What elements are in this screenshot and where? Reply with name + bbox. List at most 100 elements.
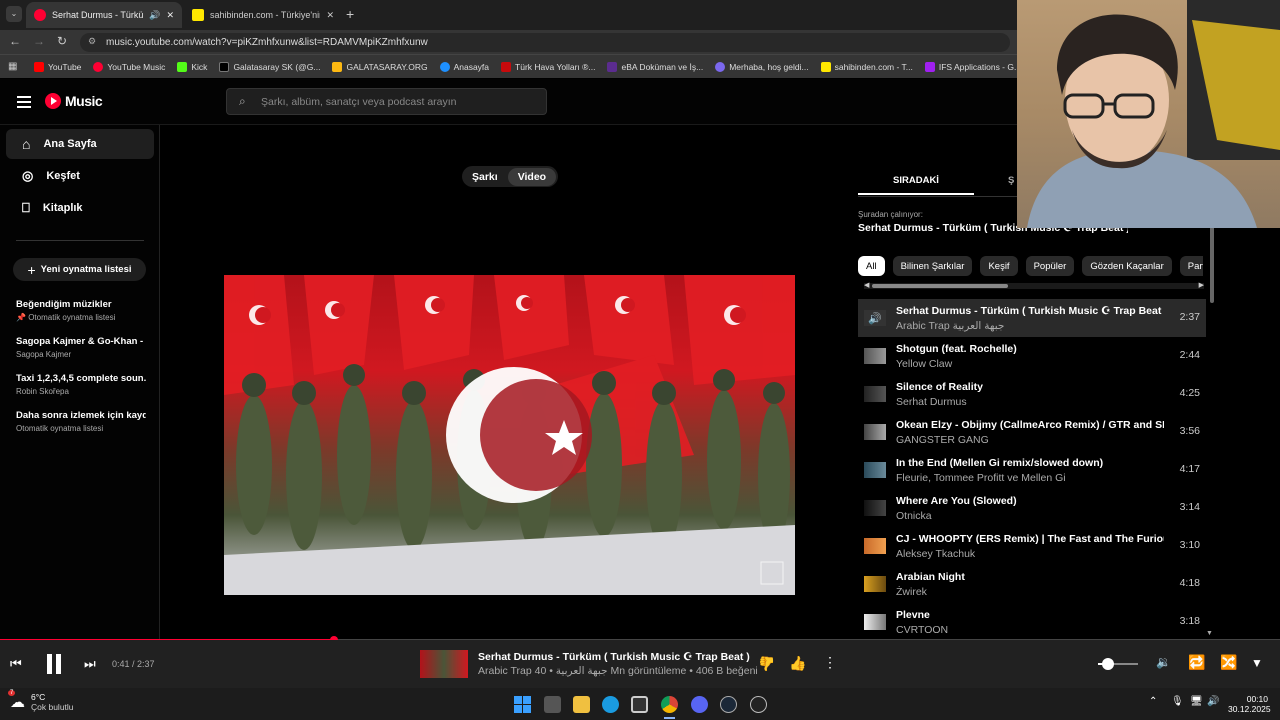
queue-row[interactable]: In the End (Mellen Gi remix/slowed down)… xyxy=(858,451,1206,489)
bookmark-galatasaray-x[interactable]: Galatasaray SK (@G... xyxy=(219,61,320,72)
browser-tab-sahibinden[interactable]: sahibinden.com - Türkiye'nin O ✕ xyxy=(184,2,342,28)
queue-scrollbar[interactable] xyxy=(1210,225,1214,303)
queue-row[interactable]: Where Are You (Slowed) Otnicka 3:14 xyxy=(858,489,1206,527)
task-view-icon[interactable] xyxy=(544,696,561,713)
now-playing-thumbnail[interactable] xyxy=(420,650,468,678)
volume-icon[interactable]: 🔉 xyxy=(1156,655,1171,669)
windows-taskbar: ☁ 7 6°C Çok bulutlu ⌃ 🎙 🖥 🔊 00:10 30.12.2… xyxy=(0,688,1280,720)
bookmark-galatasaray-org[interactable]: GALATASARAY.ORG xyxy=(332,61,428,72)
browser-tab-youtube-music[interactable]: Serhat Durmus - Türküm ( T 🔊 ✕ xyxy=(26,2,182,28)
scroll-right-icon[interactable]: ▶ xyxy=(1199,281,1204,289)
new-tab-button[interactable]: + xyxy=(346,6,354,22)
bookmark-ifs[interactable]: IFS Applications - G... xyxy=(924,61,1021,72)
tab-list-button[interactable]: ⌄ xyxy=(6,6,22,22)
playlist-item[interactable]: Taxi 1,2,3,4,5 complete soun... Robin Sk… xyxy=(16,373,146,396)
sidebar-item-home[interactable]: ⌂ Ana Sayfa xyxy=(6,129,154,159)
apps-grid-icon[interactable]: ▦ xyxy=(8,61,17,72)
active-app-indicator xyxy=(664,717,675,719)
song-toggle-button[interactable]: Şarkı xyxy=(462,171,508,183)
song-video-toggle: Şarkı Video xyxy=(462,166,558,187)
reload-icon[interactable]: ↻ xyxy=(57,34,67,48)
windows-start-icon[interactable] xyxy=(514,696,531,713)
edge-icon[interactable] xyxy=(602,696,619,713)
sahibinden-icon xyxy=(820,61,831,72)
dislike-icon[interactable]: 👍 xyxy=(758,655,775,672)
queue-row[interactable]: Shotgun (feat. Rochelle) Yellow Claw 2:44 xyxy=(858,337,1206,375)
weather-widget[interactable]: ☁ 7 6°C Çok bulutlu xyxy=(8,690,74,712)
discord-icon[interactable] xyxy=(691,696,708,713)
video-frame[interactable] xyxy=(224,275,795,595)
chip-party[interactable]: Parti xyxy=(1179,256,1203,276)
site-info-icon[interactable]: ⚙ xyxy=(88,36,96,47)
speaker-icon[interactable]: 🔊 xyxy=(1207,696,1219,707)
steam-icon[interactable] xyxy=(720,696,737,713)
forward-icon[interactable]: → xyxy=(33,34,45,48)
volume-slider[interactable] xyxy=(1098,658,1138,670)
close-tab-icon[interactable]: ✕ xyxy=(166,10,174,21)
video-toggle-button[interactable]: Video xyxy=(507,167,557,186)
tab-up-next[interactable]: SIRADAKİ xyxy=(858,167,974,195)
repeat-icon[interactable]: 🔁 xyxy=(1188,654,1205,671)
sidebar-item-explore[interactable]: ◎ Keşfet xyxy=(6,161,154,191)
now-playing-meta: Arabic Trap جبهة العربية • 40 Mn görüntü… xyxy=(478,665,758,677)
compass-icon: ◎ xyxy=(22,168,34,183)
sahibinden-favicon xyxy=(192,9,204,21)
microphone-icon[interactable]: 🎙 xyxy=(1171,696,1184,707)
sidebar-item-library[interactable]: ⎕ Kitaplık xyxy=(6,193,154,223)
bookmark-merhaba[interactable]: Merhaba, hoş geldi... xyxy=(715,61,809,72)
playlist-item[interactable]: Sagopa Kajmer & Go-Khan - ... Sagopa Kaj… xyxy=(16,336,146,359)
back-icon[interactable]: ← xyxy=(9,34,21,48)
bookmark-thy[interactable]: Türk Hava Yolları ®... xyxy=(501,61,595,72)
file-explorer-icon[interactable] xyxy=(573,696,590,713)
pin-icon: 📌 xyxy=(16,313,26,322)
playlist-item[interactable]: Beğendiğim müzikler 📌 Otomatik oynatma l… xyxy=(16,299,146,322)
playlist-item[interactable]: Daha sonra izlemek için kayd... Otomatik… xyxy=(16,410,146,433)
bookmark-youtube[interactable]: YouTube xyxy=(34,61,81,72)
tray-overflow-icon[interactable]: ⌃ xyxy=(1149,696,1157,707)
pause-button[interactable] xyxy=(45,654,63,674)
close-tab-icon[interactable]: ✕ xyxy=(326,10,334,21)
volume-knob[interactable] xyxy=(1102,658,1114,670)
more-options-icon[interactable]: ⋮ xyxy=(823,654,837,671)
bookmark-kick[interactable]: Kick xyxy=(177,61,207,72)
scroll-left-icon[interactable]: ◀ xyxy=(864,281,869,289)
chip-popular[interactable]: Popüler xyxy=(1025,256,1075,276)
chip-discover[interactable]: Keşif xyxy=(980,256,1018,276)
like-icon[interactable]: 👍 xyxy=(789,655,806,672)
queue-row[interactable]: Okean Elzy - Obijmy (CallmeArco Remix) /… xyxy=(858,413,1206,451)
address-bar[interactable]: ⚙ music.youtube.com/watch?v=piKZmhfxunw&… xyxy=(80,33,1010,52)
network-icon[interactable]: 🖥 xyxy=(1190,696,1203,707)
bookmark-sahibinden[interactable]: sahibinden.com - T... xyxy=(820,61,913,72)
search-input[interactable]: ⌕ Şarkı, albüm, sanatçı veya podcast ara… xyxy=(226,88,547,115)
audio-playing-icon[interactable]: 🔊 xyxy=(149,10,160,21)
queue-row[interactable]: Plevne CVRTOON 3:18 xyxy=(858,603,1206,641)
tab-lyrics[interactable]: Ş xyxy=(1008,175,1014,186)
menu-icon[interactable] xyxy=(17,96,31,108)
ytm-logo[interactable]: Music xyxy=(45,93,103,109)
scroll-down-icon[interactable]: ▼ xyxy=(1206,630,1213,637)
queue-row[interactable]: Arabian Night Żwirek 4:18 xyxy=(858,565,1206,603)
queue-row[interactable]: Silence of Reality Serhat Durmus 4:25 xyxy=(858,375,1206,413)
chip-missed[interactable]: Gözden Kaçanlar xyxy=(1082,256,1172,276)
previous-icon[interactable]: ⏮ xyxy=(10,656,22,672)
next-icon[interactable]: ⏭ xyxy=(84,656,96,672)
store-icon[interactable] xyxy=(631,696,648,713)
expand-player-icon[interactable]: ▼ xyxy=(1251,656,1263,670)
queue-row-playing[interactable]: 🔊 Serhat Durmus - Türküm ( Turkish Music… xyxy=(858,299,1206,337)
chips-scrollbar[interactable]: ◀ ▶ xyxy=(864,281,1204,289)
chips-scroll-thumb[interactable] xyxy=(872,284,1008,288)
chrome-icon[interactable] xyxy=(661,696,678,713)
bookmark-anasayfa[interactable]: Anasayfa xyxy=(439,61,489,72)
app-icon[interactable] xyxy=(750,696,767,713)
chip-known-songs[interactable]: Bilinen Şarkılar xyxy=(892,256,973,276)
home-icon: ⌂ xyxy=(22,136,31,152)
clock[interactable]: 00:10 30.12.2025 xyxy=(1228,694,1271,714)
new-playlist-button[interactable]: + Yeni oynatma listesi xyxy=(13,258,146,281)
player-bar: ⏮ ⏭ 0:41 / 2:37 Serhat Durmus - Türküm (… xyxy=(0,640,1280,688)
shuffle-icon[interactable]: 🔀 xyxy=(1220,654,1237,671)
chip-all[interactable]: All xyxy=(858,256,885,276)
bookmark-youtube-music[interactable]: YouTube Music xyxy=(93,61,165,72)
queue-row[interactable]: CJ - WHOOPTY (ERS Remix) | The Fast and … xyxy=(858,527,1206,565)
now-playing-title[interactable]: Serhat Durmus - Türküm ( Turkish Music ☪… xyxy=(478,651,750,663)
bookmark-eba[interactable]: eBA Doküman ve İş... xyxy=(607,61,703,72)
